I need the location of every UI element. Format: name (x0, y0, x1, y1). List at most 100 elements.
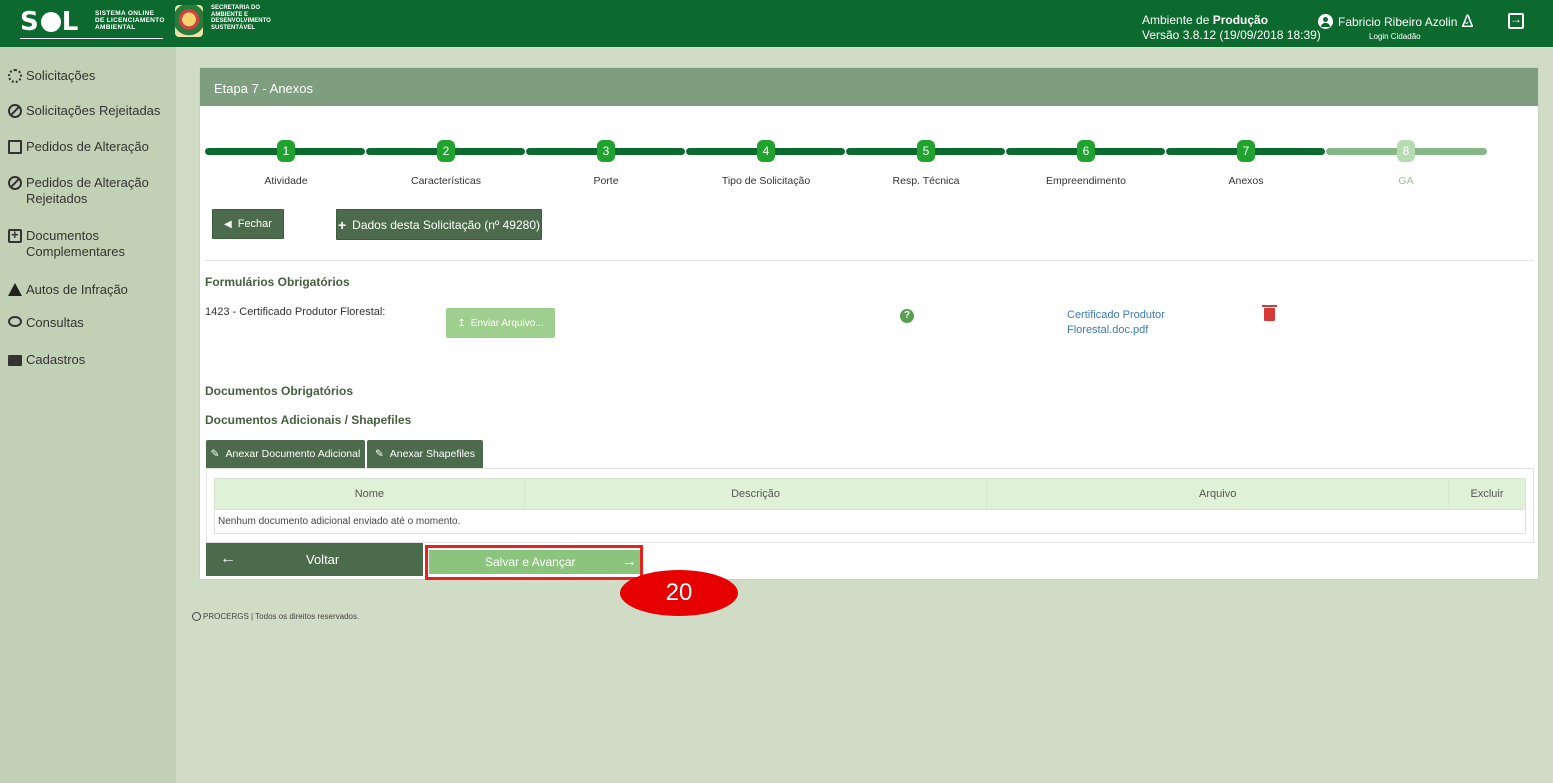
step-annotation-badge: 20 (620, 570, 738, 616)
empty-message: Nenhum documento adicional enviado até o… (214, 509, 1526, 534)
sidebar-item-label: Consultas (26, 315, 84, 330)
paperclip-icon: ✎ (374, 448, 384, 460)
file-link[interactable]: Certificado Produtor Florestal.doc.pdf (1067, 308, 1165, 338)
step-label: GA (1398, 175, 1414, 187)
user-circle-icon (1318, 14, 1333, 29)
anexar-doc-label: Anexar Documento Adicional (225, 448, 361, 460)
anexar-shape-label: Anexar Shapefiles (389, 448, 476, 460)
footer: PROCERGS | Todos os direitos reservados. (192, 612, 359, 621)
step-label: Porte (593, 175, 619, 187)
sidebar-item-label: Cadastros (26, 352, 86, 367)
folder-icon (8, 355, 22, 366)
sidebar-item-pedidos-alteracao[interactable]: Pedidos de Alteração (8, 139, 149, 155)
sol-logo[interactable]: SL (20, 7, 79, 37)
step-3-circle[interactable]: 3 (597, 140, 615, 162)
step-label: Tipo de Solicitação (721, 175, 811, 187)
column-header-excluir: Excluir (1448, 478, 1526, 510)
main-panel: Etapa 7 - Anexos 1 2 3 4 5 6 7 8 Ativida… (199, 67, 1539, 580)
step-8-circle: 8 (1397, 140, 1415, 162)
voltar-button[interactable]: ← Voltar (206, 543, 423, 576)
sidebar-item-cadastros[interactable]: Cadastros (8, 352, 85, 368)
arrow-left-icon: ← (220, 550, 236, 567)
upload-icon: ↥ (457, 317, 466, 329)
sun-icon (8, 69, 22, 83)
sidebar-item-autos-infracao[interactable]: Autos de Infração (8, 282, 128, 298)
step-4-circle[interactable]: 4 (757, 140, 775, 162)
secretaria-text: SECRETARIA DO AMBIENTE E DESENVOLVIMENTO… (211, 5, 271, 31)
logout-icon[interactable] (1508, 12, 1524, 29)
logo-subtitle: SISTEMA ONLINE DE LICENCIAMENTO AMBIENTA… (95, 10, 165, 31)
plus-square-icon (8, 227, 22, 243)
enviar-arquivo-button[interactable]: ↥ Enviar Arquivo... (446, 308, 555, 338)
trash-icon[interactable] (1262, 305, 1277, 321)
highlight-box (425, 545, 643, 580)
sidebar: Solicitações Solicitações Rejeitadas Ped… (0, 47, 176, 783)
column-header-descricao: Descrição (523, 478, 988, 510)
env-name: Produção (1212, 13, 1269, 27)
sidebar-item-pedidos-alteracao-rejeitados[interactable]: Pedidos de Alteração Rejeitados (8, 175, 173, 207)
anexar-documento-button[interactable]: ✎ Anexar Documento Adicional (206, 440, 365, 468)
documents-table-container: Nome Descrição Arquivo Excluir Nenhum do… (206, 468, 1534, 543)
documentos-obrigatorios-title: Documentos Obrigatórios (205, 384, 354, 398)
state-seal-icon (175, 5, 203, 37)
step-label: Empreendimento (1046, 175, 1126, 187)
form-item-label: 1423 - Certificado Produtor Florestal: (205, 306, 386, 318)
column-header-nome: Nome (214, 478, 525, 510)
warning-icon (8, 283, 22, 296)
paperclip-icon: ✎ (210, 448, 220, 460)
anexar-shapefiles-button[interactable]: ✎ Anexar Shapefiles (367, 440, 483, 468)
plus-icon: + (337, 216, 347, 233)
step-label: Anexos (1228, 175, 1264, 187)
ban-icon (8, 176, 22, 190)
ban-icon (8, 104, 22, 118)
clipboard-icon (8, 140, 22, 154)
environment-info: Ambiente de Produção Versão 3.8.12 (19/0… (1142, 13, 1321, 43)
step-2-circle[interactable]: 2 (437, 140, 455, 162)
step-6-circle[interactable]: 6 (1077, 140, 1095, 162)
user-name: Fabricio Ribeiro Azolin (1338, 14, 1458, 29)
dados-label: Dados desta Solicitação (nº 49280) (352, 217, 540, 232)
footer-text: PROCERGS | Todos os direitos reservados. (203, 612, 360, 621)
file-link-line1: Certificado Produtor (1067, 309, 1165, 321)
documentos-adicionais-title: Documentos Adicionais / Shapefiles (205, 413, 412, 427)
search-icon (8, 316, 22, 327)
dados-solicitacao-button[interactable]: + Dados desta Solicitação (nº 49280) (336, 209, 542, 240)
documents-table: Nome Descrição Arquivo Excluir Nenhum do… (214, 478, 1526, 534)
procergs-logo-icon (192, 612, 201, 621)
sidebar-item-label: Pedidos de Alteração (26, 139, 149, 154)
sidebar-item-label: Solicitações Rejeitadas (26, 103, 161, 118)
sidebar-item-label: Documentos Complementares (26, 228, 125, 259)
divider (204, 260, 1534, 261)
file-link-line2: Florestal.doc.pdf (1067, 324, 1149, 336)
circle-left-icon: ◀ (224, 218, 232, 230)
step-7-circle[interactable]: 7 (1237, 140, 1255, 162)
step-label: Resp. Técnica (892, 175, 960, 187)
sidebar-item-label: Solicitações (26, 68, 96, 83)
step-label: Atividade (264, 175, 308, 187)
fechar-label: Fechar (237, 218, 272, 230)
voltar-label: Voltar (306, 552, 340, 567)
help-icon[interactable]: ? (900, 309, 914, 323)
env-prefix: Ambiente de (1142, 13, 1213, 27)
step-5-circle[interactable]: 5 (917, 140, 935, 162)
sidebar-item-documentos-complementares[interactable]: Documentos Complementares (8, 227, 138, 260)
step-label: Características (410, 175, 482, 187)
column-header-arquivo: Arquivo (986, 478, 1450, 510)
version-text: Versão 3.8.12 (19/09/2018 18:39) (1142, 28, 1321, 42)
bell-icon[interactable]: ∆ (1462, 11, 1473, 32)
formularios-title: Formulários Obrigatórios (205, 275, 350, 289)
sidebar-item-label: Autos de Infração (26, 282, 128, 297)
top-bar: SL SISTEMA ONLINE DE LICENCIAMENTO AMBIE… (0, 0, 1553, 47)
panel-title: Etapa 7 - Anexos (200, 68, 1538, 106)
sidebar-item-consultas[interactable]: Consultas (8, 315, 84, 331)
login-type: Login Cidadão (1369, 32, 1421, 41)
user-menu[interactable]: Fabricio Ribeiro Azolin ⌄ (1318, 14, 1471, 29)
enviar-label: Enviar Arquivo... (470, 317, 544, 329)
sidebar-item-label: Pedidos de Alteração Rejeitados (26, 175, 149, 206)
sidebar-item-solicitacoes[interactable]: Solicitações (8, 68, 95, 84)
sidebar-item-solicitacoes-rejeitadas[interactable]: Solicitações Rejeitadas (8, 103, 160, 119)
fechar-button[interactable]: ◀ Fechar (212, 209, 284, 239)
table-row: Nenhum documento adicional enviado até o… (214, 509, 1526, 534)
step-1-circle[interactable]: 1 (277, 140, 295, 162)
logo-underline (20, 38, 163, 39)
